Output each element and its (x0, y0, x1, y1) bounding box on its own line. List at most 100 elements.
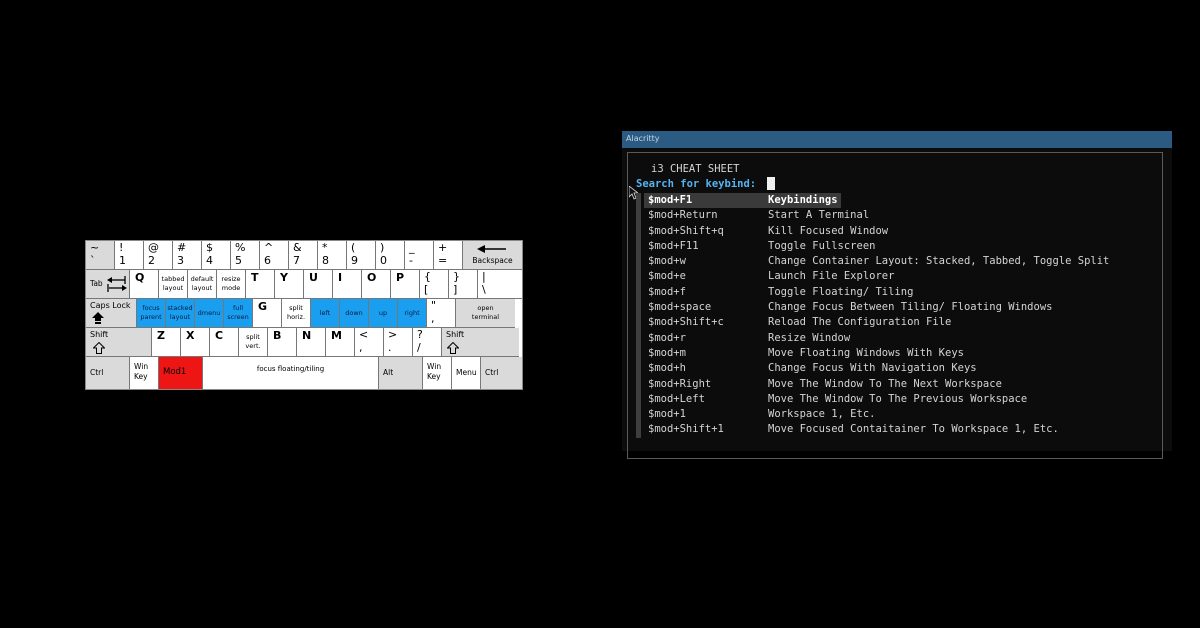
shift-arrow-icon (447, 342, 459, 354)
key-command-line2: parent (140, 313, 162, 321)
key-top-label: ) (380, 241, 385, 254)
keybinding-row[interactable]: $mod+r Resize Window (644, 331, 1164, 346)
keybinding-description: Launch File Explorer (768, 270, 895, 283)
caps-lock-label: Caps Lock (90, 301, 131, 310)
key-c: C (210, 328, 239, 357)
key-command-line1: open (477, 304, 494, 312)
key-top-label: @ (148, 241, 159, 254)
key-e: default layout (188, 270, 217, 299)
key-bottom-label: = (438, 254, 448, 267)
shift-arrow-icon (93, 342, 105, 354)
key-letter: Q (135, 271, 145, 284)
keybinding-description: Resize Window (768, 331, 851, 344)
key-bottom-label: 7 (293, 254, 300, 267)
key-bottom-label: 4 (206, 254, 213, 267)
ctrl-label: Ctrl (90, 368, 104, 377)
keybinding-row[interactable]: $mod+h Change Focus With Navigation Keys (644, 361, 1164, 376)
keybinding-row[interactable]: $mod+Shift+1 Move Focused Contaitainer To… (644, 422, 1164, 437)
tab-arrows-icon (107, 276, 127, 292)
key-d: dmenu (195, 299, 224, 328)
keybinding-row[interactable]: $mod+1 Workspace 1, Etc. (644, 407, 1164, 422)
key-right-bracket: }] (449, 270, 478, 299)
key-bottom-label: 6 (264, 254, 271, 267)
key-equals: + = (434, 241, 463, 270)
key-h: split horiz. (282, 299, 311, 328)
keybinding-row[interactable]: $mod+m Move Floating Windows With Keys (644, 346, 1164, 361)
keybinding-row[interactable]: $mod+e Launch File Explorer (644, 269, 1164, 284)
key-1: ! 1 (115, 241, 144, 270)
win-label-line2: Key (427, 372, 441, 381)
key-letter: M (331, 329, 342, 342)
key-left-win: Win Key (130, 357, 159, 389)
keybinding-row[interactable]: $mod+Right Move The Window To The Next Wo… (644, 377, 1164, 392)
key-alt: Alt (379, 357, 423, 389)
backspace-arrow-icon (477, 245, 506, 253)
key-command-label: left (319, 309, 331, 317)
key-tab: Tab (86, 270, 130, 299)
key-command-label: up (378, 309, 388, 317)
key-0: ) 0 (376, 241, 405, 270)
key-backspace: Backspace (463, 241, 522, 270)
key-command-line1: default (190, 275, 214, 283)
key-q: Q (130, 270, 159, 299)
key-4: $4 (202, 241, 231, 270)
list-scrollbar[interactable] (636, 193, 641, 438)
key-left-shift: Shift (86, 328, 152, 357)
keybinding-description: Move Focused Contaitainer To Workspace 1… (768, 423, 1059, 436)
key-i: I (333, 270, 362, 299)
key-bottom-label: \ (482, 283, 486, 296)
keybinding-row[interactable]: $mod+Shift+q Kill Focused Window (644, 224, 1164, 239)
keybinding-description: Workspace 1, Etc. (768, 408, 876, 421)
key-top-label: > (388, 328, 398, 341)
search-input-cursor[interactable] (767, 177, 775, 190)
key-left-ctrl: Ctrl (86, 357, 130, 389)
key-right-win: Win Key (423, 357, 452, 389)
keybinding-key: $mod+Right (648, 377, 712, 390)
keybinding-row[interactable]: $mod+f Toggle Floating/ Tiling (644, 285, 1164, 300)
key-command-line1: focus (142, 304, 160, 312)
tab-label: Tab (90, 279, 103, 288)
key-8: * 8 (318, 241, 347, 270)
keybinding-key: $mod+Shift+1 (648, 423, 724, 436)
shift-label: Shift (446, 330, 465, 339)
keybinding-description: Move The Window To The Next Workspace (768, 377, 1002, 390)
keyboard-row-qwerty: Tab Q tabbed layout default layout resize m… (86, 270, 522, 299)
keybinding-description: Toggle Fullscreen (768, 239, 876, 252)
key-letter: X (186, 329, 195, 342)
key-command-line1: tabbed (161, 275, 185, 283)
keybinding-row[interactable]: $mod+Left Move The Window To The Previous… (644, 392, 1164, 407)
keybinding-row[interactable]: $mod+Shift+c Reload The Configuration Fil… (644, 315, 1164, 330)
keybinding-key: $mod+1 (648, 408, 686, 421)
key-bottom-label: , (431, 312, 435, 325)
key-top-label: % (235, 241, 246, 254)
keybinding-key: $mod+Shift+c (648, 316, 724, 329)
shift-label: Shift (90, 330, 109, 339)
key-right-shift: Shift (442, 328, 519, 357)
keybinding-row[interactable]: $mod+F11 Toggle Fullscreen (644, 239, 1164, 254)
key-mod1: Mod1 (159, 357, 203, 389)
keybinding-row[interactable]: $mod+space Change Focus Between Tiling/ F… (644, 300, 1164, 315)
key-top-label: ! (119, 241, 124, 254)
key-top-label: & (293, 241, 302, 254)
keybinding-row[interactable]: $mod+w Change Container Layout: Stacked, … (644, 254, 1164, 269)
key-bottom-label: - (409, 254, 413, 267)
keybinding-description: Move Floating Windows With Keys (768, 346, 964, 359)
space-command-label: focus floating/tiling (256, 365, 325, 373)
backspace-label: Backspace (472, 256, 513, 265)
key-9: (9 (347, 241, 376, 270)
key-command-line2: layout (169, 313, 191, 321)
keybinding-row[interactable]: $mod+F1 Keybindings (644, 193, 841, 209)
keybinding-key: $mod+F1 (648, 194, 693, 206)
keybinding-key: $mod+f (648, 285, 686, 298)
key-top-label: ~ (90, 241, 100, 254)
key-top-label: < (359, 328, 369, 341)
menu-label: Menu (456, 368, 477, 377)
keybinding-row[interactable]: $mod+Return Start A Terminal (644, 208, 1164, 223)
cheat-sheet-heading: i3 CHEAT SHEET (651, 163, 740, 175)
key-top-label: ^ (264, 241, 274, 254)
key-right-ctrl: Ctrl (481, 357, 522, 389)
keybinding-key: $mod+F11 (648, 239, 699, 252)
key-command-line2: vert. (245, 342, 261, 350)
window-titlebar[interactable]: Alacritty (622, 131, 1172, 148)
key-letter: N (302, 329, 312, 342)
